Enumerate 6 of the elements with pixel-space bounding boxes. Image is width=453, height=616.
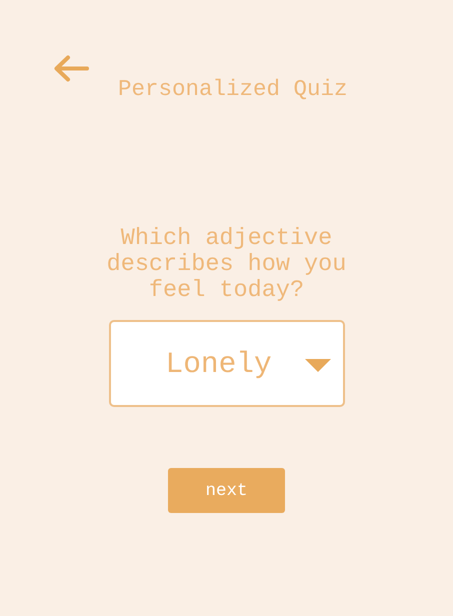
back-arrow-icon[interactable]: [53, 55, 89, 82]
page-title: Personalized Quiz: [118, 76, 348, 102]
question-text: Which adjective describes how you feel today?: [106, 226, 348, 304]
caret-icon: [304, 359, 330, 372]
next-button[interactable]: next: [168, 468, 285, 513]
answer-dropdown[interactable]: Lonely: [108, 320, 344, 407]
